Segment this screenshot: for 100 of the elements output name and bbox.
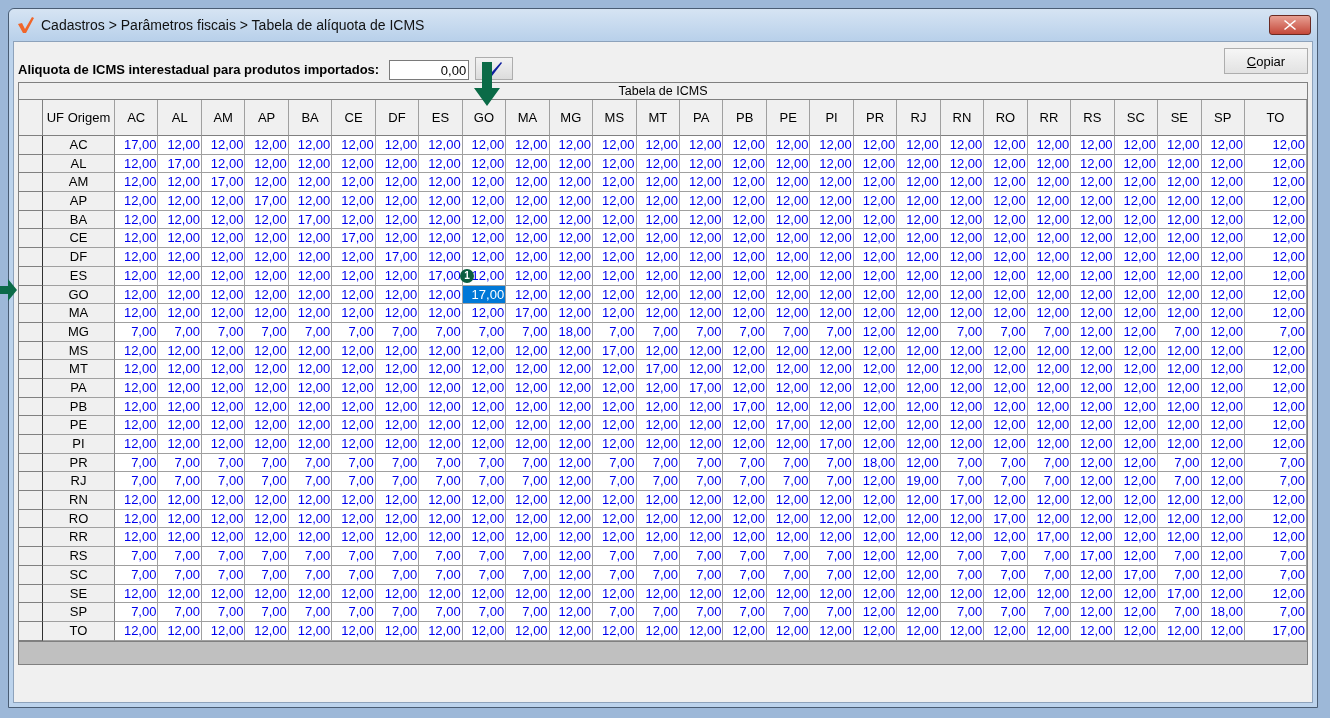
column-header[interactable]: AC [115, 100, 159, 136]
column-header[interactable]: AL [158, 100, 202, 136]
table-cell[interactable]: 12,00 [375, 136, 420, 155]
table-cell[interactable]: 12,00 [853, 528, 898, 548]
table-cell[interactable]: 12,00 [984, 304, 1028, 323]
table-cell[interactable]: 7,00 [419, 603, 463, 622]
table-cell[interactable]: 7,00 [1158, 453, 1202, 473]
table-cell[interactable]: 12,00 [419, 509, 463, 529]
table-cell[interactable]: 12,00 [375, 435, 420, 454]
table-cell[interactable]: 12,00 [549, 621, 594, 641]
table-cell[interactable]: 12,00 [462, 621, 507, 641]
table-cell[interactable]: 7,00 [506, 547, 550, 566]
table-cell[interactable]: 12,00 [766, 491, 811, 510]
table-cell[interactable]: 12,00 [1245, 435, 1307, 454]
table-cell[interactable]: 7,00 [810, 547, 854, 566]
table-cell[interactable]: 12,00 [1158, 360, 1202, 379]
table-cell[interactable]: 12,00 [158, 621, 202, 641]
table-cell[interactable]: 7,00 [115, 603, 159, 622]
table-cell[interactable]: 12,00 [419, 248, 463, 267]
table-cell[interactable]: 12,00 [332, 378, 376, 398]
table-cell[interactable]: 12,00 [1114, 509, 1159, 529]
table-cell[interactable]: 12,00 [288, 528, 333, 548]
table-cell[interactable]: 7,00 [201, 565, 246, 585]
table-cell[interactable]: 12,00 [940, 266, 985, 286]
table-cell[interactable]: 12,00 [897, 229, 941, 249]
table-cell[interactable]: 12,00 [288, 266, 333, 286]
table-cell[interactable]: 12,00 [462, 136, 507, 155]
table-cell[interactable]: 12,00 [810, 621, 854, 641]
table-cell[interactable]: 12,00 [1158, 378, 1202, 398]
table-cell[interactable]: 12,00 [636, 435, 680, 454]
table-cell[interactable]: 12,00 [810, 248, 854, 267]
table-cell[interactable]: 12,00 [1245, 509, 1307, 529]
table-cell[interactable]: 7,00 [332, 322, 376, 342]
table-cell[interactable]: 7,00 [419, 453, 463, 473]
table-cell[interactable]: 12,00 [680, 528, 724, 548]
table-cell[interactable]: 7,00 [1245, 547, 1307, 566]
table-cell[interactable]: 12,00 [636, 285, 680, 305]
table-cell[interactable]: 12,00 [897, 528, 941, 548]
table-cell[interactable]: 7,00 [1027, 603, 1072, 622]
table-cell[interactable]: 7,00 [506, 472, 550, 492]
table-cell[interactable]: 12,00 [680, 173, 724, 193]
table-cell[interactable]: 12,00 [766, 360, 811, 379]
table-cell[interactable]: 12,00 [984, 397, 1028, 417]
table-cell[interactable]: 12,00 [1027, 378, 1072, 398]
table-cell[interactable]: 12,00 [723, 248, 767, 267]
table-cell[interactable]: 12,00 [1071, 528, 1115, 548]
table-cell[interactable]: 7,00 [462, 603, 507, 622]
table-cell[interactable]: 12,00 [158, 397, 202, 417]
table-cell[interactable]: 12,00 [1245, 341, 1307, 361]
table-cell[interactable]: 12,00 [158, 304, 202, 323]
table-cell[interactable]: 12,00 [984, 229, 1028, 249]
table-cell[interactable]: 12,00 [419, 192, 463, 211]
table-cell[interactable]: 7,00 [766, 472, 811, 492]
table-cell[interactable]: 12,00 [1071, 285, 1115, 305]
table-cell[interactable]: 12,00 [462, 173, 507, 193]
table-cell[interactable]: 12,00 [549, 285, 594, 305]
table-cell[interactable]: 12,00 [1027, 229, 1072, 249]
table-cell[interactable]: 12,00 [375, 192, 420, 211]
table-cell[interactable]: 12,00 [984, 192, 1028, 211]
table-cell[interactable]: 12,00 [593, 491, 637, 510]
table-cell[interactable]: 12,00 [766, 341, 811, 361]
table-cell[interactable]: 12,00 [419, 136, 463, 155]
column-header[interactable]: RS [1071, 100, 1115, 136]
table-cell[interactable]: 12,00 [462, 341, 507, 361]
table-cell[interactable]: 12,00 [593, 136, 637, 155]
table-cell[interactable]: 7,00 [506, 603, 550, 622]
table-cell[interactable]: 12,00 [853, 416, 898, 435]
table-cell[interactable]: 12,00 [1114, 621, 1159, 641]
table-cell[interactable]: 12,00 [1027, 173, 1072, 193]
table-cell[interactable]: 12,00 [115, 266, 159, 286]
row-selector[interactable] [19, 136, 43, 155]
table-cell[interactable]: 7,00 [115, 472, 159, 492]
table-cell[interactable]: 12,00 [1245, 210, 1307, 230]
close-button[interactable] [1269, 15, 1311, 35]
table-cell[interactable]: 7,00 [593, 322, 637, 342]
table-cell[interactable]: 12,00 [462, 435, 507, 454]
table-cell[interactable]: 12,00 [853, 360, 898, 379]
table-cell[interactable]: 12,00 [201, 491, 246, 510]
table-cell[interactable]: 12,00 [1201, 322, 1245, 342]
table-cell[interactable]: 7,00 [593, 453, 637, 473]
table-cell[interactable]: 12,00 [723, 210, 767, 230]
table-cell[interactable]: 12,00 [1201, 173, 1245, 193]
table-cell[interactable]: 12,00 [810, 509, 854, 529]
table-cell[interactable]: 7,00 [158, 453, 202, 473]
table-cell[interactable]: 7,00 [1158, 547, 1202, 566]
table-cell[interactable]: 12,00 [332, 360, 376, 379]
table-cell[interactable]: 12,00 [766, 154, 811, 174]
table-cell[interactable]: 12,00 [1201, 528, 1245, 548]
table-cell[interactable]: 12,00 [201, 584, 246, 604]
table-cell[interactable]: 12,00 [332, 285, 376, 305]
table-cell[interactable]: 7,00 [332, 603, 376, 622]
table-cell[interactable]: 12,00 [1158, 509, 1202, 529]
table-cell[interactable]: 7,00 [201, 547, 246, 566]
table-cell[interactable]: 12,00 [115, 397, 159, 417]
table-cell[interactable]: 12,00 [158, 229, 202, 249]
table-cell[interactable]: 12,00 [288, 173, 333, 193]
table-cell[interactable]: 12,00 [680, 491, 724, 510]
table-cell[interactable]: 12,00 [1114, 136, 1159, 155]
table-cell[interactable]: 12,00 [462, 248, 507, 267]
table-cell[interactable]: 7,00 [766, 547, 811, 566]
